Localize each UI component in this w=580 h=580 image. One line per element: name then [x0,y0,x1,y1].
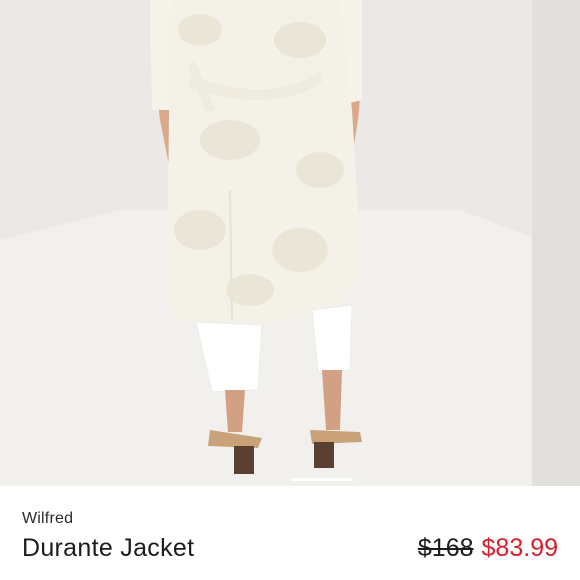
product-prices: $168 $83.99 [418,534,558,563]
product-info-panel: Wilfred Durante Jacket $168 $83.99 [0,486,580,580]
product-brand[interactable]: Wilfred [22,510,73,528]
product-image[interactable] [0,0,580,486]
product-photo-illustration [0,0,580,486]
image-carousel-indicator[interactable] [291,478,353,481]
product-name[interactable]: Durante Jacket [22,534,194,563]
price-original: $168 [417,534,474,562]
price-sale: $83.99 [481,534,558,562]
